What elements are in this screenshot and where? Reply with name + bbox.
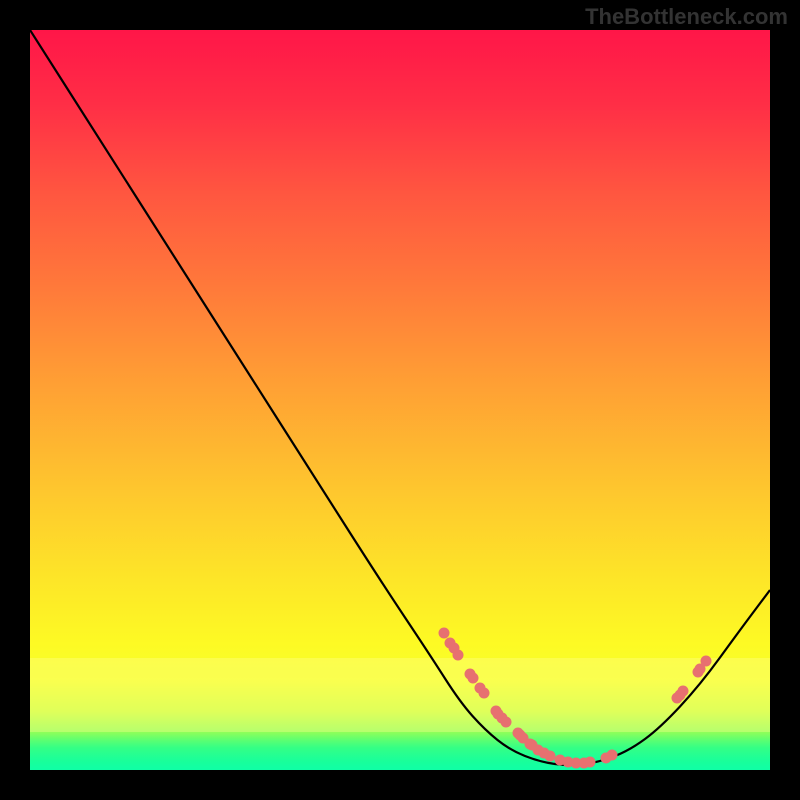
bottleneck-curve — [30, 30, 770, 765]
data-marker — [501, 717, 512, 728]
data-marker — [607, 750, 618, 761]
data-marker — [678, 686, 689, 697]
chart-svg — [30, 30, 770, 770]
data-marker — [453, 650, 464, 661]
data-marker — [701, 656, 712, 667]
data-marker — [585, 757, 596, 768]
data-marker — [545, 751, 556, 762]
chart-area — [30, 30, 770, 770]
data-marker — [468, 673, 479, 684]
watermark-text: TheBottleneck.com — [585, 4, 788, 30]
data-marker — [479, 688, 490, 699]
data-markers — [439, 628, 712, 769]
data-marker — [439, 628, 450, 639]
